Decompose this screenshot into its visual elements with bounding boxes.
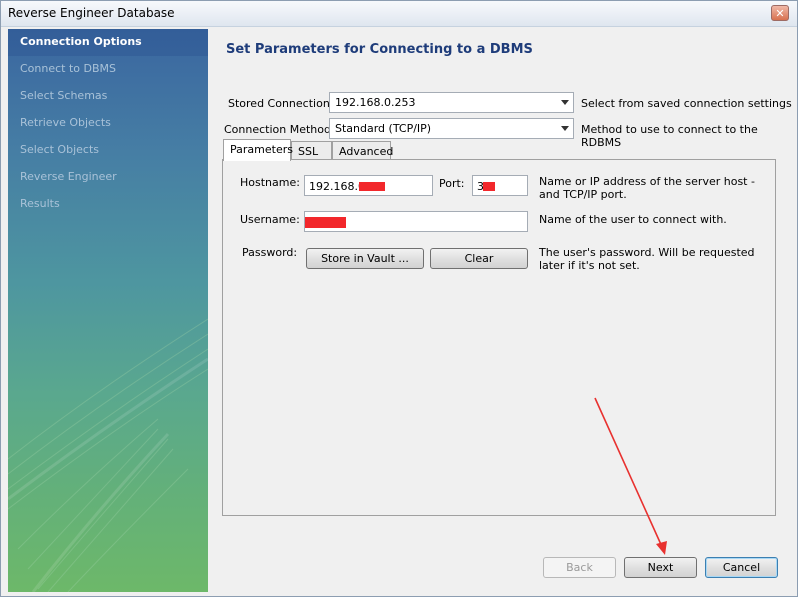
annotation-arrow-head bbox=[656, 541, 667, 555]
annotation-arrow-line bbox=[594, 397, 664, 550]
tab-parameters[interactable]: Parameters bbox=[223, 139, 293, 161]
dialog-window: Reverse Engineer Database ✕ Connection O… bbox=[0, 0, 798, 597]
annotation-arrow bbox=[594, 397, 667, 555]
